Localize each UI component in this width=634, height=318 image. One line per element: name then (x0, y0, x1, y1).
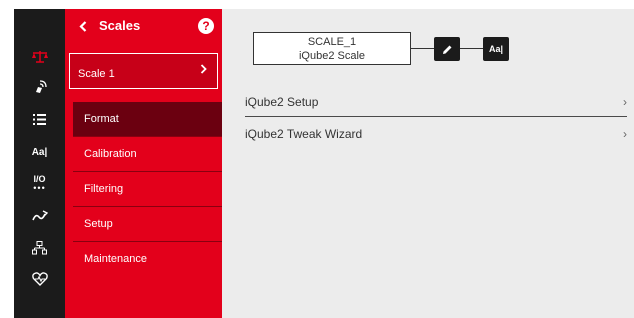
row-label: iQube2 Tweak Wizard (245, 127, 363, 141)
list-icon[interactable] (14, 104, 65, 134)
font-format-icon[interactable]: Aa| (14, 137, 65, 167)
edit-button[interactable] (434, 37, 460, 61)
panel-menu: Format Calibration Filtering Setup Maint… (73, 102, 222, 277)
main-content: SCALE_1 iQube2 Scale Aa| iQube2 Setup › … (222, 9, 634, 318)
scale-node[interactable]: SCALE_1 iQube2 Scale (253, 32, 411, 65)
scale-icon[interactable] (14, 42, 65, 72)
chevron-left-icon (79, 20, 87, 32)
menu-item-label: Maintenance (84, 253, 147, 265)
app-frame: Aa| I/O ••• Scales ? Scale 1 Format Cali… (14, 9, 634, 318)
menu-item-format[interactable]: Format (73, 102, 222, 137)
network-icon[interactable] (14, 233, 65, 263)
io-icon[interactable]: I/O ••• (14, 169, 65, 199)
menu-item-maintenance[interactable]: Maintenance (73, 242, 222, 277)
row-iqube2-setup[interactable]: iQube2 Setup › (245, 91, 627, 115)
help-button[interactable]: ? (198, 18, 214, 34)
hand-signal-icon[interactable] (14, 72, 65, 102)
menu-item-label: Setup (84, 218, 113, 230)
connector-line (460, 48, 483, 49)
icon-rail: Aa| I/O ••• (14, 9, 65, 318)
menu-item-label: Calibration (84, 148, 137, 160)
chevron-right-icon: › (623, 95, 627, 109)
scale-node-type: iQube2 Scale (298, 50, 366, 62)
panel-title: Scales (99, 18, 141, 33)
menu-item-setup[interactable]: Setup (73, 207, 222, 242)
menu-item-label: Filtering (84, 183, 124, 195)
scale-selector[interactable]: Scale 1 (69, 53, 218, 89)
font-format-label: Aa| (31, 146, 48, 158)
menu-item-calibration[interactable]: Calibration (73, 137, 222, 172)
row-label: iQube2 Setup (245, 95, 319, 109)
back-button[interactable] (75, 16, 91, 36)
row-divider (245, 116, 627, 117)
panel-header: Scales ? (65, 9, 222, 43)
row-iqube2-tweak-wizard[interactable]: iQube2 Tweak Wizard › (245, 123, 627, 147)
route-icon[interactable] (14, 201, 65, 231)
connector-line (411, 48, 434, 49)
scale-selector-label: Scale 1 (78, 68, 115, 80)
menu-item-filtering[interactable]: Filtering (73, 172, 222, 207)
format-button-label: Aa| (488, 44, 504, 54)
chevron-right-icon: › (623, 127, 627, 141)
pencil-icon (442, 45, 451, 54)
scales-panel: Scales ? Scale 1 Format Calibration Filt… (65, 9, 222, 318)
scale-node-name: SCALE_1 (307, 36, 357, 48)
io-dots: ••• (33, 183, 46, 193)
chevron-right-icon (200, 64, 207, 74)
menu-item-label: Format (84, 113, 119, 125)
heart-health-icon[interactable] (14, 264, 65, 294)
format-button[interactable]: Aa| (483, 37, 509, 61)
